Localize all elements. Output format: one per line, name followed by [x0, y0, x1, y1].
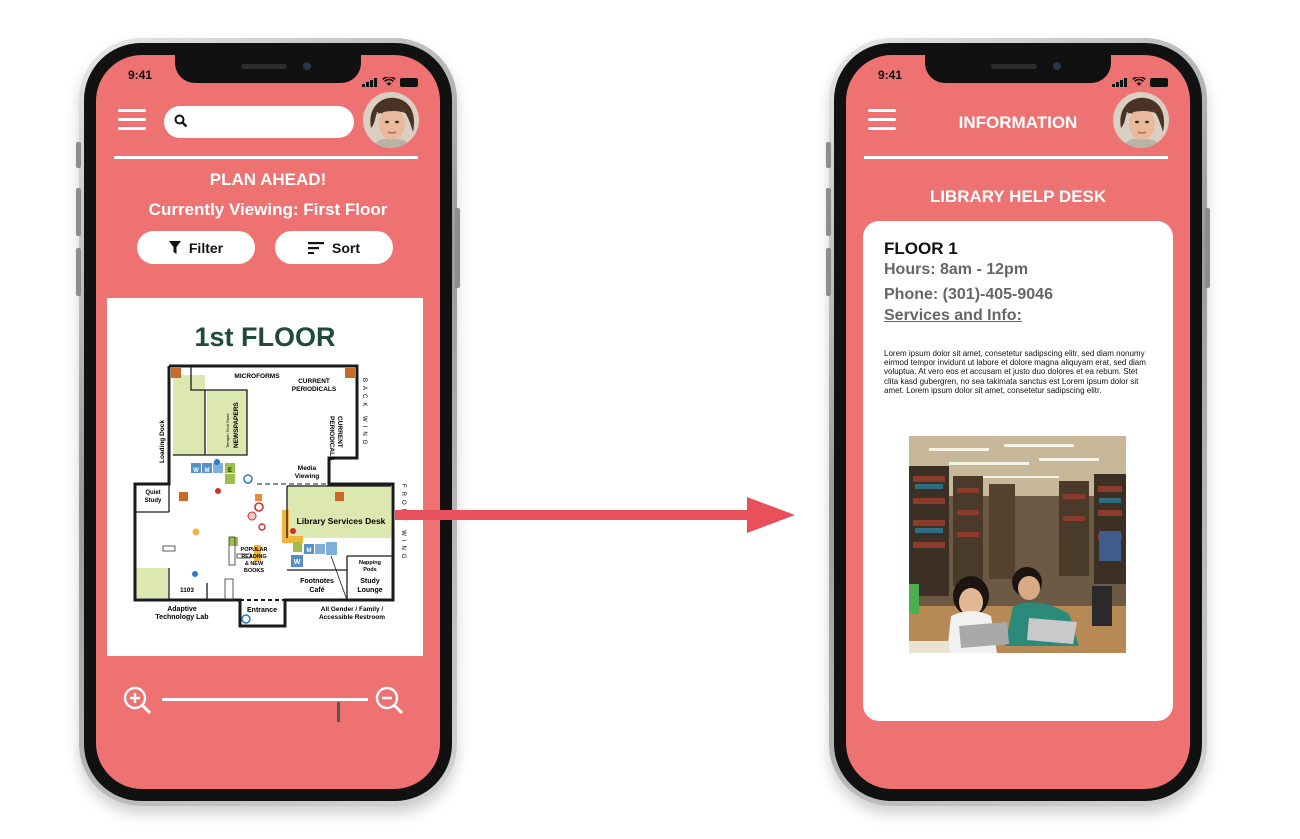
- currently-viewing-text: Currently Viewing: First Floor: [148, 200, 388, 219]
- label-footnotes-cafe: Footnotes: [300, 578, 334, 585]
- status-time: 9:41: [128, 68, 153, 82]
- avatar[interactable]: [1113, 92, 1169, 148]
- volume-up-button: [826, 188, 831, 236]
- silent-switch: [826, 142, 831, 168]
- label-microforms: MICROFORMS: [234, 373, 280, 380]
- zoom-in-icon[interactable]: [122, 685, 152, 715]
- section-title: LIBRARY HELP DESK: [929, 187, 1107, 206]
- volume-down-button: [76, 248, 81, 296]
- zoom-slider-thumb[interactable]: [336, 702, 340, 722]
- search-icon: [174, 114, 188, 128]
- status-icons: [362, 69, 418, 87]
- label-quiet-study: Quiet: [145, 490, 160, 496]
- label-napping-pods: Napping: [359, 560, 381, 566]
- library-photo: [909, 436, 1126, 653]
- label-media-viewing: Media: [298, 465, 317, 472]
- phone-right: 9:41 INFORMATION LIBRARY HELP DESK FLOOR…: [826, 38, 1210, 806]
- phone-left: 9:41 PLAN AHEAD! Currently Viewing: Firs…: [76, 38, 460, 806]
- svg-text:W: W: [294, 559, 301, 566]
- label-adaptive-technology-lab: Adaptive: [167, 606, 197, 613]
- svg-text:BOOKS: BOOKS: [244, 568, 265, 574]
- notch: [175, 55, 361, 83]
- sort-icon: [308, 241, 324, 254]
- floor-map[interactable]: 1st FLOOR MICROFORMS CURRENT PERIODICALS…: [107, 298, 423, 656]
- signal-icon: [362, 69, 378, 87]
- flow-arrow: [395, 497, 795, 533]
- silent-switch: [76, 142, 81, 168]
- help-desk-card: FLOOR 1 Hours: 8am - 12pm Phone: (301)-4…: [863, 221, 1173, 721]
- hamburger-icon[interactable]: [118, 109, 146, 131]
- sort-label: Sort: [332, 239, 360, 256]
- power-button: [455, 208, 460, 288]
- phone-text[interactable]: Phone: (301)-405-9046: [884, 286, 1053, 304]
- label-library-services-desk: Library Services Desk: [297, 516, 386, 526]
- wifi-icon: [382, 77, 396, 86]
- label-popular-reading: POPULAR: [241, 547, 268, 553]
- label-terrapin-store: Terrapin Tech Store: [225, 413, 230, 448]
- svg-text:PERIODICALS: PERIODICALS: [292, 386, 337, 393]
- svg-text:Technology Lab: Technology Lab: [155, 614, 208, 621]
- status-time: 9:41: [878, 68, 903, 82]
- zoom-out-icon[interactable]: [374, 685, 404, 715]
- label-entrance: Entrance: [247, 607, 277, 614]
- svg-text:& NEW: & NEW: [245, 561, 264, 567]
- status-icons: [1112, 69, 1168, 87]
- hours-text: Hours: 8am - 12pm: [884, 261, 1029, 278]
- description-text: Lorem ipsum dolor sit amet, consetetur s…: [884, 349, 1146, 395]
- search-bar[interactable]: [164, 106, 354, 138]
- services-link[interactable]: Services and Info:: [884, 307, 1022, 325]
- plan-ahead-heading: PLAN AHEAD!: [209, 170, 327, 189]
- svg-text:Café: Café: [309, 587, 324, 594]
- map-room: [136, 568, 168, 598]
- header-divider: [864, 156, 1168, 159]
- label-current-periodicals: CURRENT: [298, 378, 330, 385]
- svg-text:W: W: [193, 468, 199, 474]
- filter-icon: [168, 241, 181, 254]
- label-back-wing: BACK WING: [361, 378, 367, 448]
- map-room: [173, 375, 205, 455]
- notch: [925, 55, 1111, 83]
- label-room-1103: 1103: [180, 587, 194, 594]
- svg-text:READING: READING: [241, 554, 266, 560]
- battery-icon: [1150, 78, 1168, 87]
- svg-text:Pods: Pods: [363, 567, 376, 573]
- svg-text:Accessible Restroom: Accessible Restroom: [319, 614, 385, 621]
- svg-text:M: M: [205, 468, 210, 474]
- sort-button[interactable]: Sort: [275, 231, 393, 264]
- signal-icon: [1112, 69, 1128, 87]
- battery-icon: [400, 78, 418, 87]
- svg-text:E: E: [228, 468, 232, 474]
- zoom-controls: [122, 685, 412, 722]
- label-all-gender-restroom: All Gender / Family /: [321, 606, 384, 613]
- svg-text:PERIODICALS: PERIODICALS: [328, 416, 335, 461]
- svg-text:M: M: [307, 548, 312, 554]
- avatar[interactable]: [363, 92, 419, 148]
- volume-up-button: [76, 188, 81, 236]
- svg-text:Study: Study: [145, 498, 162, 504]
- label-current-periodicals-vertical: CURRENT: [336, 416, 343, 448]
- filter-label: Filter: [188, 239, 224, 256]
- zoom-slider[interactable]: [162, 698, 368, 722]
- label-newspapers: NEWSPAPERS: [233, 402, 240, 448]
- floor-plan: MICROFORMS CURRENT PERIODICALS CURRENT P…: [133, 364, 406, 628]
- screen-title: INFORMATION: [958, 113, 1078, 132]
- label-study-lounge: Study: [360, 578, 380, 585]
- wifi-icon: [1132, 77, 1146, 86]
- svg-text:Viewing: Viewing: [295, 473, 319, 480]
- label-loading-dock: Loading Dock: [159, 420, 166, 463]
- search-input[interactable]: [194, 112, 348, 134]
- power-button: [1205, 208, 1210, 288]
- header-divider: [114, 156, 418, 159]
- information-screen: 9:41 INFORMATION LIBRARY HELP DESK FLOOR…: [846, 55, 1190, 789]
- svg-text:Lounge: Lounge: [357, 587, 382, 594]
- filter-button[interactable]: Filter: [137, 231, 255, 264]
- map-screen: 9:41 PLAN AHEAD! Currently Viewing: Firs…: [96, 55, 440, 789]
- floor-label: FLOOR 1: [884, 239, 958, 258]
- volume-down-button: [826, 248, 831, 296]
- hamburger-icon[interactable]: [868, 109, 896, 131]
